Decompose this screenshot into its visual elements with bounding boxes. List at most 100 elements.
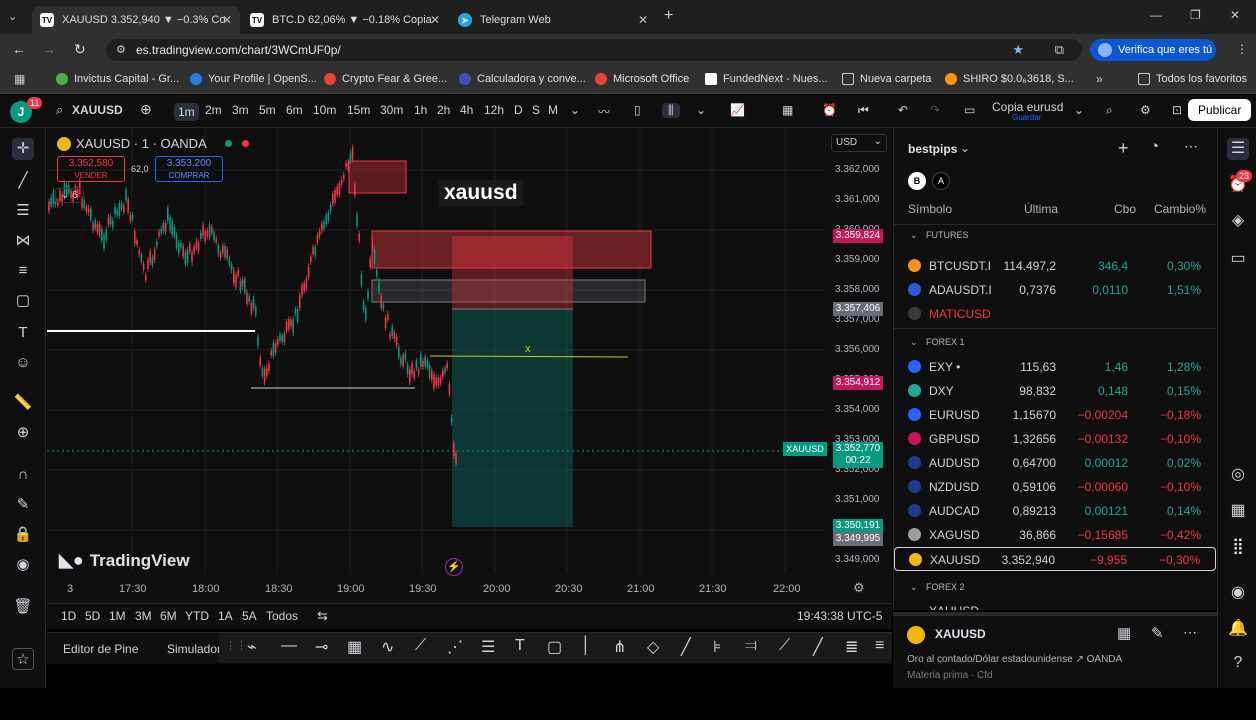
tab-pine-editor[interactable]: Editor de Pine bbox=[63, 642, 138, 656]
bookmark-invictus[interactable]: Invictus Capital - Gr... bbox=[56, 73, 179, 85]
bookmark-fundednext[interactable]: FundedNext - Nues... bbox=[705, 73, 828, 85]
tf-s[interactable]: S bbox=[532, 103, 540, 117]
chip-b[interactable]: B bbox=[908, 172, 926, 190]
edit-icon[interactable]: ✎ bbox=[1151, 624, 1164, 642]
bookmark-calculadora[interactable]: Calculadora y conve... bbox=[459, 73, 586, 85]
templates-icon[interactable]: ▦ bbox=[782, 103, 793, 117]
layers-icon[interactable]: ◈ bbox=[1227, 210, 1249, 232]
range-3m[interactable]: 3M bbox=[135, 609, 152, 623]
range-1a[interactable]: 1A bbox=[218, 609, 233, 623]
col-symbol[interactable]: Símbolo bbox=[908, 202, 952, 216]
range-6m[interactable]: 6M bbox=[160, 609, 177, 623]
forward-icon[interactable]: → bbox=[42, 41, 56, 57]
forecast-icon[interactable]: ≡ bbox=[12, 260, 34, 282]
calendar-icon[interactable]: ▦ bbox=[1227, 500, 1249, 522]
apps-icon[interactable]: ⣿ bbox=[1227, 536, 1249, 558]
emoji-icon[interactable]: ☺ bbox=[12, 352, 34, 374]
replay-icon[interactable]: ⏮ bbox=[858, 103, 869, 118]
bell-icon[interactable]: 🔔 bbox=[1227, 618, 1249, 640]
settings-icon[interactable]: ⚙ bbox=[1140, 103, 1151, 117]
tab-search-icon[interactable]: ⌄ bbox=[8, 10, 17, 23]
hline-icon[interactable]: — bbox=[281, 637, 297, 655]
channel-icon[interactable]: ≣ bbox=[845, 637, 858, 657]
tf-6m[interactable]: 6m bbox=[286, 103, 303, 117]
fib-icon[interactable]: ☰ bbox=[481, 637, 495, 657]
chart-pane[interactable]: x XAUUSD · 1 · OANDA 3.352,580 VENDER 62… bbox=[47, 128, 892, 603]
extensions-icon[interactable]: ⧉ bbox=[1055, 42, 1064, 58]
lock-icon[interactable]: 🔒 bbox=[12, 524, 34, 546]
apps-icon[interactable]: ▦ bbox=[14, 72, 25, 86]
chat-icon[interactable]: ▭ bbox=[1227, 248, 1249, 270]
close-window-button[interactable]: ✕ bbox=[1230, 8, 1240, 22]
drag-handle-icon[interactable]: ⋮⋮ bbox=[225, 639, 247, 652]
vline-icon[interactable]: │ bbox=[581, 637, 591, 655]
add-symbol-icon[interactable]: + bbox=[1118, 138, 1129, 159]
section-forex[interactable]: ⌄ FOREX 1 bbox=[910, 337, 965, 348]
eye-icon[interactable]: ◉ bbox=[12, 554, 34, 576]
add-symbol-icon[interactable]: ⊕ bbox=[140, 101, 152, 118]
watchlist-row[interactable]: XAUUSD 3.352,940 −9,955 −0,30% bbox=[894, 547, 1216, 571]
path-icon[interactable]: ⟋ bbox=[415, 637, 426, 655]
close-icon[interactable]: ✕ bbox=[222, 13, 232, 27]
ruler-icon[interactable]: 📏 bbox=[12, 392, 34, 414]
tab-telegram[interactable]: ➤ Telegram Web ✕ bbox=[450, 6, 656, 34]
all-favorites[interactable]: Todos los favoritos bbox=[1138, 73, 1247, 85]
tab-simulator[interactable]: Simulador bbox=[167, 642, 221, 656]
magnet-icon[interactable]: ∩ bbox=[12, 464, 34, 486]
buy-button[interactable]: 3.353,200 COMPRAR bbox=[155, 156, 223, 182]
chevron-down-icon[interactable]: ⌄ bbox=[696, 103, 706, 117]
bookmark-fear-greed[interactable]: Crypto Fear & Gree... bbox=[324, 73, 447, 85]
shape-icon[interactable]: ▢ bbox=[12, 290, 34, 312]
tf-10m[interactable]: 10m bbox=[313, 103, 336, 117]
grid-icon[interactable]: ▦ bbox=[347, 637, 362, 657]
clock[interactable]: 19:43:38 UTC-5 bbox=[797, 609, 882, 623]
line-icon[interactable]: ⟋ bbox=[779, 637, 790, 655]
chart-settings-icon[interactable]: ⚙ bbox=[853, 580, 865, 596]
menu-icon[interactable]: ⋮ bbox=[1236, 42, 1248, 56]
tf-1h[interactable]: 1h bbox=[414, 103, 427, 117]
extended-line-icon[interactable]: ╱ bbox=[813, 637, 823, 657]
chevron-down-icon[interactable]: ⌄ bbox=[1074, 103, 1084, 117]
watchlist-stats-icon[interactable]: ◔ bbox=[1150, 138, 1159, 155]
date-range-icon[interactable]: ⇆ bbox=[317, 608, 328, 624]
pencil-lock-icon[interactable]: ✎ bbox=[12, 494, 34, 516]
tf-d[interactable]: D bbox=[514, 103, 523, 117]
more-bookmarks-icon[interactable]: » bbox=[1096, 72, 1103, 86]
more-icon[interactable]: ⋯ bbox=[1184, 138, 1198, 155]
watchlist-row[interactable]: AUDUSD 0,64700 0,00012 0,02% bbox=[894, 451, 1216, 475]
lightning-icon[interactable]: ⚡ bbox=[445, 558, 463, 576]
new-tab-button[interactable]: + bbox=[664, 7, 673, 25]
site-info-icon[interactable]: ⚙ bbox=[116, 43, 126, 56]
sell-button[interactable]: 3.352,580 VENDER bbox=[57, 156, 125, 182]
section-forex2[interactable]: ⌄ FOREX 2 bbox=[910, 582, 965, 593]
bookmark-shiro[interactable]: SHIRO $0.0₆3618, S... bbox=[945, 73, 1074, 85]
candle-type-icon[interactable]: ▯ bbox=[634, 103, 641, 117]
text-icon[interactable]: T bbox=[515, 637, 525, 655]
wave-icon[interactable]: ∿ bbox=[381, 637, 394, 657]
broadcast-icon[interactable]: ◉ bbox=[1227, 582, 1249, 604]
tf-30m[interactable]: 30m bbox=[380, 103, 403, 117]
watchlist-row[interactable]: MATICUSD bbox=[894, 302, 1216, 326]
tf-2h[interactable]: 2h bbox=[437, 103, 450, 117]
chip-a[interactable]: A bbox=[932, 172, 950, 190]
supply-zone-top[interactable] bbox=[348, 160, 407, 194]
external-link-icon[interactable]: ↗ bbox=[1075, 654, 1086, 665]
redo-icon[interactable]: ↷ bbox=[930, 103, 940, 117]
quick-search-icon[interactable]: ⌕ bbox=[1106, 103, 1113, 118]
range-1d[interactable]: 1D bbox=[61, 609, 76, 623]
minimize-button[interactable]: — bbox=[1150, 8, 1162, 22]
watchlist-row[interactable]: ADAUSDT.I 0,7376 0,0110 1,51% bbox=[894, 278, 1216, 302]
trend-line-icon[interactable]: ╱ bbox=[12, 170, 34, 192]
indicators-icon[interactable]: 📈 bbox=[730, 103, 745, 117]
layout-grid-icon[interactable]: ▦ bbox=[1117, 624, 1131, 642]
trend-icon[interactable]: ╱ bbox=[681, 637, 691, 657]
range-5d[interactable]: 5D bbox=[85, 609, 100, 623]
reload-icon[interactable]: ↻ bbox=[74, 41, 86, 58]
more-icon[interactable]: ⋯ bbox=[1183, 624, 1197, 641]
search-icon[interactable]: ⌕ bbox=[56, 102, 63, 118]
watchlist-row[interactable]: XAGUSD 36,866 −0,15685 −0,42% bbox=[894, 523, 1216, 547]
trash-icon[interactable]: 🗑 bbox=[12, 596, 34, 618]
symbol-search[interactable]: XAUUSD bbox=[72, 103, 123, 117]
tf-15m[interactable]: 15m bbox=[347, 103, 370, 117]
details-symbol[interactable]: XAUUSD bbox=[935, 627, 986, 641]
